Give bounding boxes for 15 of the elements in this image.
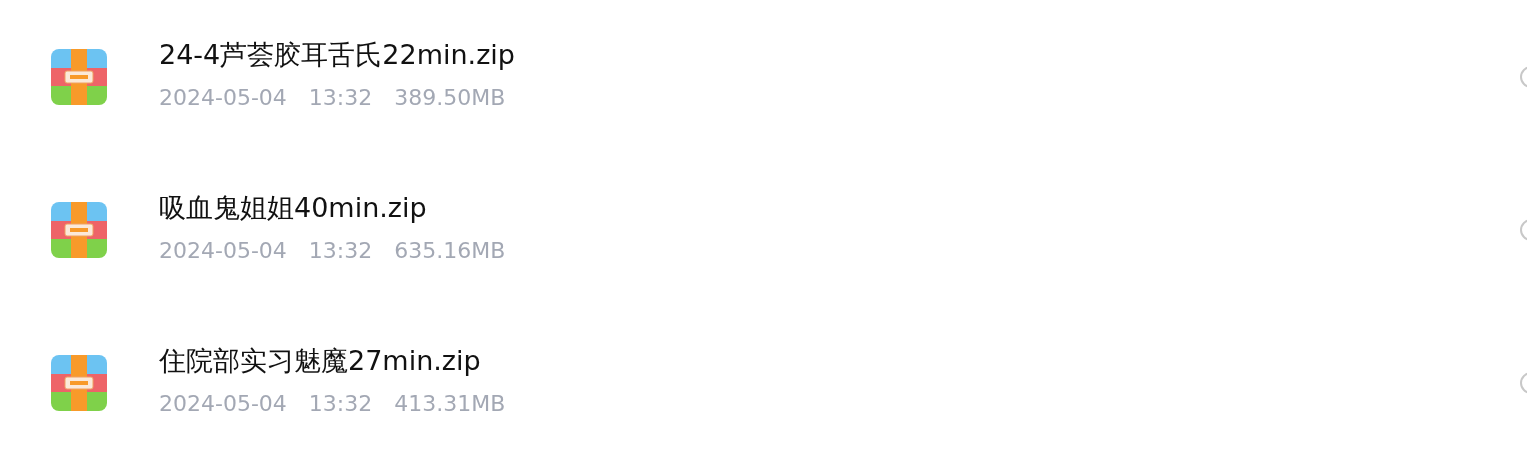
file-time: 13:32 [308, 390, 373, 419]
archive-icon [51, 48, 107, 105]
file-date: 2024-05-04 [159, 390, 287, 419]
file-time: 13:32 [308, 237, 373, 266]
archive-icon [51, 354, 107, 411]
file-name: 24-4芦荟胶耳舌氏22min.zip [159, 38, 516, 72]
file-size: 413.31MB [394, 390, 506, 419]
file-size: 389.50MB [394, 84, 506, 113]
file-time: 13:32 [308, 84, 373, 113]
file-date: 2024-05-04 [159, 237, 287, 266]
file-date: 2024-05-04 [159, 84, 287, 113]
file-size: 635.16MB [394, 237, 506, 266]
file-name: 住院部实习魅魔27min.zip [159, 344, 482, 378]
file-name: 吸血鬼姐姐40min.zip [159, 191, 428, 225]
archive-icon [51, 201, 107, 258]
